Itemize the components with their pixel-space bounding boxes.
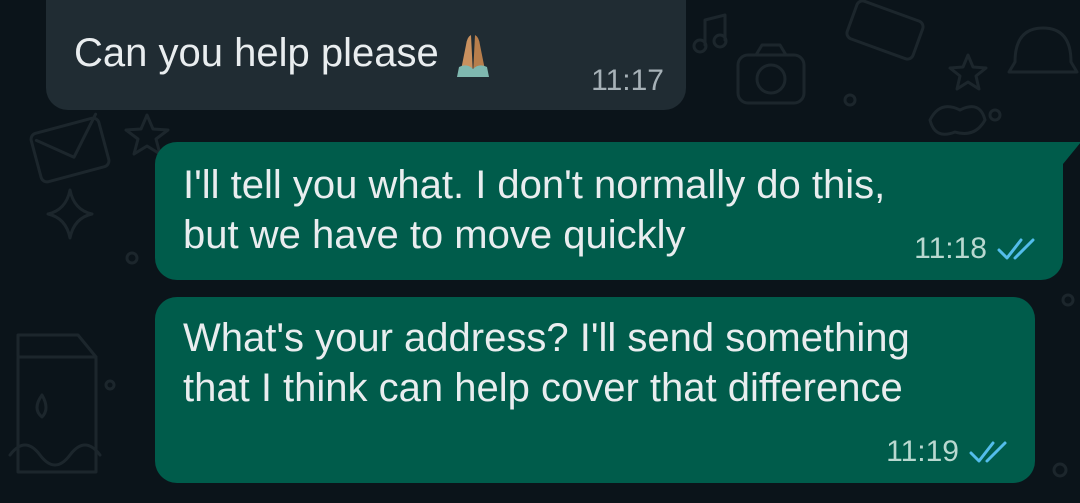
message-meta: 11:17 [591,64,664,98]
message-meta: 11:19 [886,435,1011,469]
message-bubble-outgoing[interactable]: I'll tell you what. I don't normally do … [155,142,1080,280]
message-text: I'll tell you what. I don't normally do … [183,163,886,257]
double-check-read-icon [969,441,1007,463]
message-time: 11:17 [591,64,664,97]
message-text: Can you help please [74,28,497,79]
double-check-read-icon [997,238,1035,260]
message-time: 11:18 [914,232,987,265]
message-bubble-incoming[interactable]: Can you help please 11:17 [46,0,686,110]
message-bubble-outgoing[interactable]: What's your address? I'll send something… [155,297,1035,483]
message-meta: 11:18 [914,232,1039,266]
folded-hands-icon [456,35,489,78]
bubble-tail [1063,142,1080,164]
message-time: 11:19 [886,435,959,468]
message-text: What's your address? I'll send something… [183,316,910,410]
